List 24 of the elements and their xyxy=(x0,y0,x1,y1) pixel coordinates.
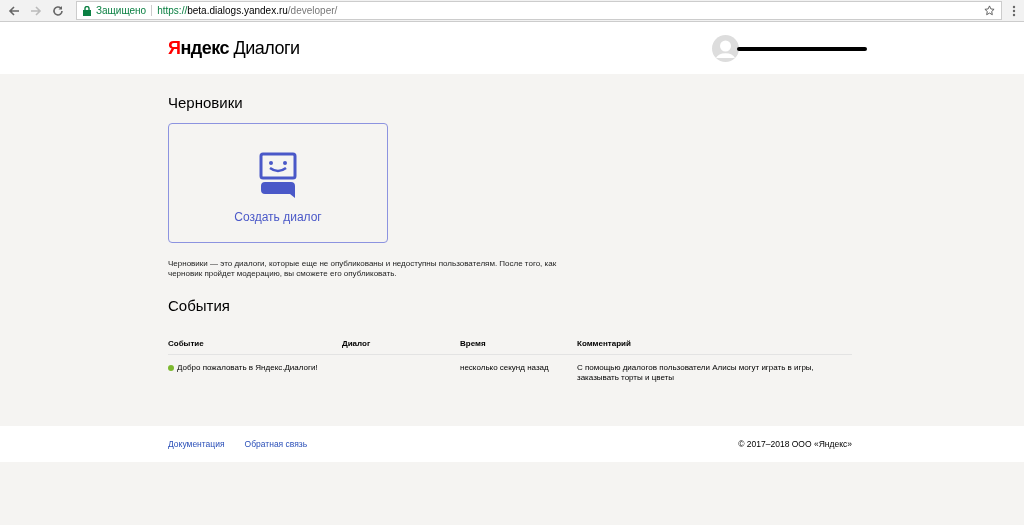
reload-icon[interactable] xyxy=(52,4,64,17)
back-icon[interactable] xyxy=(8,4,20,17)
robot-chat-icon xyxy=(259,151,297,198)
table-cell-text: С помощью диалогов пользователи Алисы могут играть в игры, заказывать торты и цветы xyxy=(577,363,815,383)
lock-icon xyxy=(83,5,91,16)
address-bar[interactable]: Защищено https://beta.dialogs.yandex.ru/developer/ xyxy=(76,1,1002,20)
create-dialog-card[interactable]: Создать диалог xyxy=(168,123,388,243)
url-text: https://beta.dialogs.yandex.ru/developer/ xyxy=(157,5,338,16)
table-cell: несколько секунд назад xyxy=(460,363,549,373)
drafts-description: Черновики — это диалоги, которые еще не опубликованы и недоступны пользователям. После того, как черновик пройдет модерацию, вы сможете его опубликовать. xyxy=(168,259,558,279)
column-header: Комментарий xyxy=(577,339,632,348)
menu-icon[interactable] xyxy=(1012,4,1016,17)
logo[interactable]: Яндекс Диалоги xyxy=(168,37,300,59)
column-header: Событие xyxy=(168,339,205,348)
secure-label: Защищено xyxy=(96,5,147,16)
star-icon[interactable] xyxy=(984,5,995,16)
table-cell: Добро пожаловать в Яндекс.Диалоги! xyxy=(177,363,318,373)
copyright: © 2017–2018 ООО «Яндекс» xyxy=(738,439,852,449)
footer-link[interactable]: Обратная связь xyxy=(244,439,308,449)
column-header: Время xyxy=(460,339,487,348)
section-title: Черновики xyxy=(168,94,244,111)
column-header: Диалог xyxy=(342,339,372,348)
footer-link[interactable]: Документация xyxy=(168,439,225,449)
section-title: События xyxy=(168,297,231,314)
